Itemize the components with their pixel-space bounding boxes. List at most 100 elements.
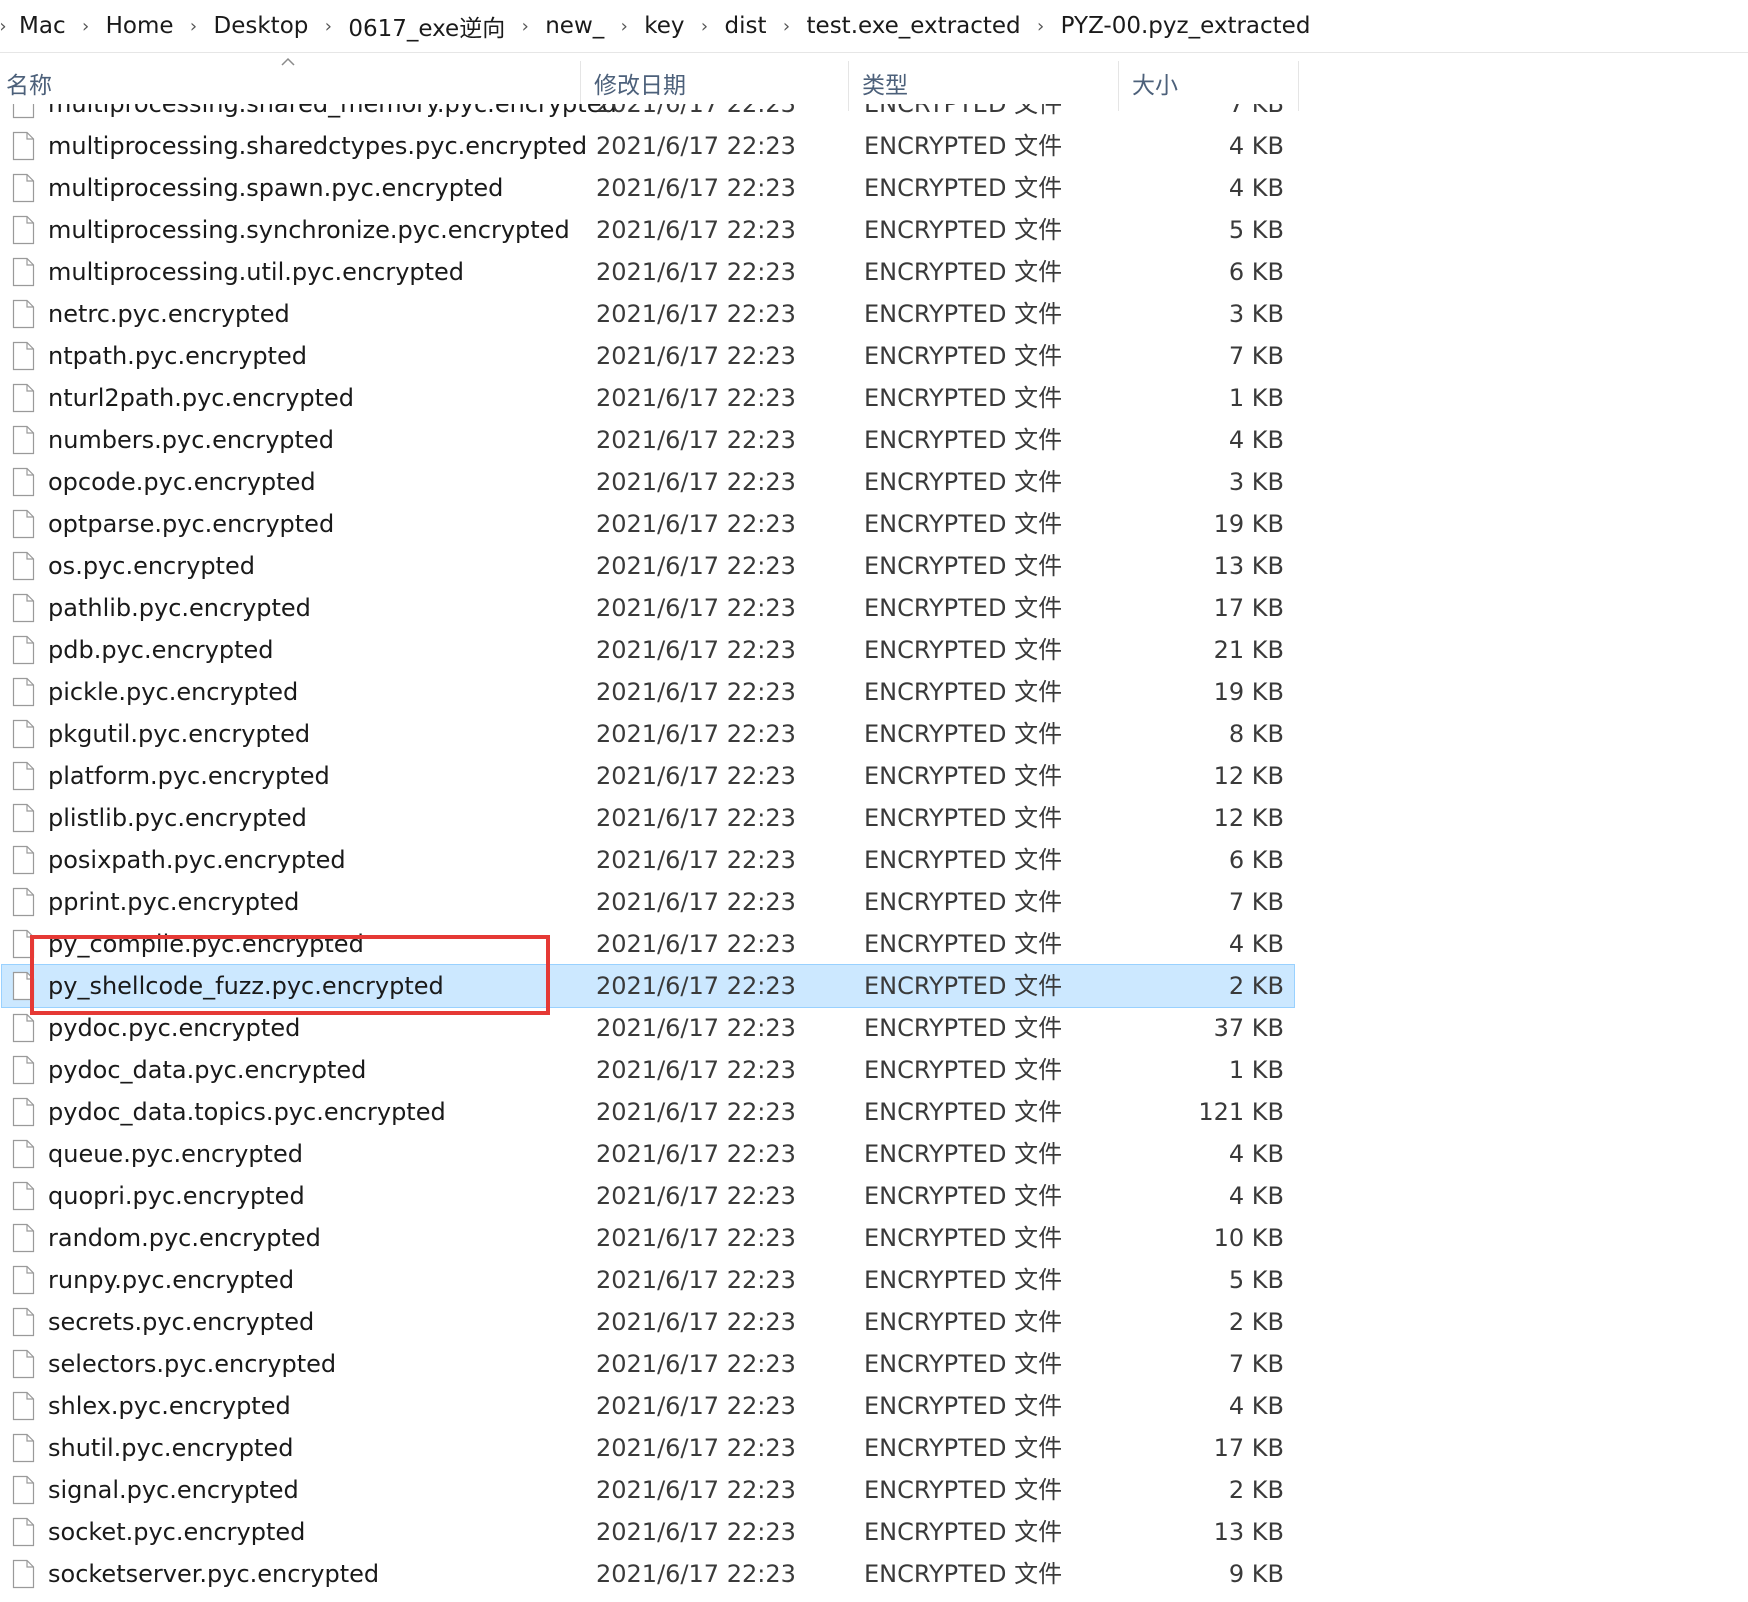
file-date: 2021/6/17 22:23 [596, 104, 796, 118]
chevron-right-icon[interactable]: › [75, 16, 97, 37]
file-row[interactable]: py_compile.pyc.encrypted 2021/6/17 22:23 E… [2, 923, 1294, 965]
file-row[interactable]: multiprocessing.shared_memory.pyc.encryp… [2, 104, 1294, 125]
file-row[interactable]: opcode.pyc.encrypted 2021/6/17 22:23 ENCRY… [2, 461, 1294, 503]
file-icon [12, 1139, 35, 1169]
file-icon [12, 257, 35, 287]
file-row[interactable]: shutil.pyc.encrypted 2021/6/17 22:23 ENCRY… [2, 1427, 1294, 1469]
file-icon [12, 1223, 35, 1253]
file-name: py_shellcode_fuzz.pyc.encrypted [48, 972, 444, 1000]
file-type: ENCRYPTED 文件 [864, 1182, 1063, 1210]
file-row[interactable]: numbers.pyc.encrypted 2021/6/17 22:23 ENCR… [2, 419, 1294, 461]
breadcrumb-item[interactable]: PYZ-00.pyz_extracted [1052, 13, 1320, 39]
file-row[interactable]: pprint.pyc.encrypted 2021/6/17 22:23 ENCRY… [2, 881, 1294, 923]
file-row[interactable]: signal.pyc.encrypted 2021/6/17 22:23 ENCRY… [2, 1469, 1294, 1511]
breadcrumb-item[interactable]: new_ [536, 13, 613, 39]
file-row[interactable]: posixpath.pyc.encrypted 2021/6/17 22:23 EN… [2, 839, 1294, 881]
file-row[interactable]: multiprocessing.util.pyc.encrypted 2021/6… [2, 251, 1294, 293]
file-name: opcode.pyc.encrypted [48, 468, 316, 496]
chevron-right-icon[interactable]: › [613, 16, 635, 37]
file-row[interactable]: pdb.pyc.encrypted 2021/6/17 22:23 ENCRYPTE… [2, 629, 1294, 671]
address-bar: › Mac › Home › Desktop › 0617_exe逆向 › new_ › key › di… [0, 0, 1748, 53]
file-row[interactable]: random.pyc.encrypted 2021/6/17 22:23 ENCRY… [2, 1217, 1294, 1259]
chevron-right-icon[interactable]: › [1030, 16, 1052, 37]
breadcrumb-item[interactable]: Home [97, 13, 183, 39]
file-date: 2021/6/17 22:23 [596, 426, 796, 454]
chevron-right-icon[interactable]: › [694, 16, 716, 37]
file-date: 2021/6/17 22:23 [596, 972, 796, 1000]
file-row[interactable]: os.pyc.encrypted 2021/6/17 22:23 ENCRYPTED… [2, 545, 1294, 587]
file-row[interactable]: nturl2path.pyc.encrypted 2021/6/17 22:23 E… [2, 377, 1294, 419]
file-name: py_compile.pyc.encrypted [48, 930, 364, 958]
file-size: 121 KB [1198, 1098, 1284, 1126]
breadcrumb-item[interactable]: 0617_exe逆向 [339, 9, 514, 43]
file-row[interactable]: queue.pyc.encrypted 2021/6/17 22:23 ENCRYP… [2, 1133, 1294, 1175]
file-row[interactable]: shlex.pyc.encrypted 2021/6/17 22:23 ENCRYP… [2, 1385, 1294, 1427]
breadcrumb-item[interactable]: test.exe_extracted [798, 13, 1030, 39]
file-icon [12, 341, 35, 371]
file-row[interactable]: pkgutil.pyc.encrypted 2021/6/17 22:23 ENCR… [2, 713, 1294, 755]
file-row[interactable]: secrets.pyc.encrypted 2021/6/17 22:23 ENCR… [2, 1301, 1294, 1343]
file-date: 2021/6/17 22:23 [596, 1476, 796, 1504]
chevron-right-icon[interactable]: › [317, 16, 339, 37]
file-icon [12, 1097, 35, 1127]
chevron-right-icon[interactable]: › [0, 16, 10, 37]
breadcrumb-item[interactable]: key [635, 13, 693, 39]
file-size: 37 KB [1213, 1014, 1284, 1042]
file-size: 19 KB [1213, 678, 1284, 706]
file-row[interactable]: runpy.pyc.encrypted 2021/6/17 22:23 ENCRYP… [2, 1259, 1294, 1301]
file-date: 2021/6/17 22:23 [596, 552, 796, 580]
chevron-right-icon[interactable]: › [183, 16, 205, 37]
file-date: 2021/6/17 22:23 [596, 930, 796, 958]
file-name: pdb.pyc.encrypted [48, 636, 274, 664]
file-row[interactable]: pydoc_data.pyc.encrypted 2021/6/17 22:23 E… [2, 1049, 1294, 1091]
file-date: 2021/6/17 22:23 [596, 1350, 796, 1378]
file-icon [12, 1475, 35, 1505]
file-icon [12, 1391, 35, 1421]
breadcrumb-item[interactable]: dist [716, 13, 776, 39]
file-icon [12, 173, 35, 203]
file-row[interactable]: multiprocessing.synchronize.pyc.encrypte… [2, 209, 1294, 251]
file-date: 2021/6/17 22:23 [596, 510, 796, 538]
file-row[interactable]: pydoc_data.topics.pyc.encrypted 2021/6/17… [2, 1091, 1294, 1133]
file-row[interactable]: quopri.pyc.encrypted 2021/6/17 22:23 ENCRY… [2, 1175, 1294, 1217]
file-size: 4 KB [1228, 1182, 1284, 1210]
file-row[interactable]: socket.pyc.encrypted 2021/6/17 22:23 ENCRY… [2, 1511, 1294, 1553]
file-type: ENCRYPTED 文件 [864, 930, 1063, 958]
file-name: pkgutil.pyc.encrypted [48, 720, 311, 748]
file-row[interactable]: netrc.pyc.encrypted 2021/6/17 22:23 ENCRYP… [2, 293, 1294, 335]
file-name: nturl2path.pyc.encrypted [48, 384, 354, 412]
file-type: ENCRYPTED 文件 [864, 1098, 1063, 1126]
file-row[interactable]: platform.pyc.encrypted 2021/6/17 22:23 ENC… [2, 755, 1294, 797]
file-date: 2021/6/17 22:23 [596, 342, 796, 370]
breadcrumb-item[interactable]: Desktop [205, 13, 318, 39]
file-row[interactable]: plistlib.pyc.encrypted 2021/6/17 22:23 ENC… [2, 797, 1294, 839]
file-size: 7 KB [1228, 888, 1284, 916]
file-row[interactable]: multiprocessing.sharedctypes.pyc.encrypt… [2, 125, 1294, 167]
file-row[interactable]: pickle.pyc.encrypted 2021/6/17 22:23 ENCRY… [2, 671, 1294, 713]
file-icon [12, 635, 35, 665]
file-row[interactable]: ntpath.pyc.encrypted 2021/6/17 22:23 ENCRY… [2, 335, 1294, 377]
file-row[interactable]: pydoc.pyc.encrypted 2021/6/17 22:23 ENCRYP… [2, 1007, 1294, 1049]
file-type: ENCRYPTED 文件 [864, 510, 1063, 538]
file-type: ENCRYPTED 文件 [864, 720, 1063, 748]
file-row[interactable]: py_shellcode_fuzz.pyc.encrypted 2021/6/17… [1, 964, 1295, 1008]
file-size: 1 KB [1228, 384, 1284, 412]
file-date: 2021/6/17 22:23 [596, 258, 796, 286]
file-name: socket.pyc.encrypted [48, 1518, 306, 1546]
file-row[interactable]: selectors.pyc.encrypted 2021/6/17 22:23 EN… [2, 1343, 1294, 1385]
file-date: 2021/6/17 22:23 [596, 1224, 796, 1252]
chevron-right-icon[interactable]: › [776, 16, 798, 37]
file-size: 5 KB [1228, 1266, 1284, 1294]
file-date: 2021/6/17 22:23 [596, 300, 796, 328]
chevron-right-icon[interactable]: › [514, 16, 536, 37]
file-row[interactable]: socketserver.pyc.encrypted 2021/6/17 22:2… [2, 1553, 1294, 1595]
file-row[interactable]: optparse.pyc.encrypted 2021/6/17 22:23 ENC… [2, 503, 1294, 545]
file-date: 2021/6/17 22:23 [596, 1182, 796, 1210]
file-row[interactable]: multiprocessing.spawn.pyc.encrypted 2021/… [2, 167, 1294, 209]
file-date: 2021/6/17 22:23 [596, 1392, 796, 1420]
file-date: 2021/6/17 22:23 [596, 132, 796, 160]
file-size: 1 KB [1228, 1056, 1284, 1084]
file-row[interactable]: pathlib.pyc.encrypted 2021/6/17 22:23 ENCR… [2, 587, 1294, 629]
file-icon [12, 551, 35, 581]
breadcrumb-item[interactable]: Mac [10, 13, 75, 39]
